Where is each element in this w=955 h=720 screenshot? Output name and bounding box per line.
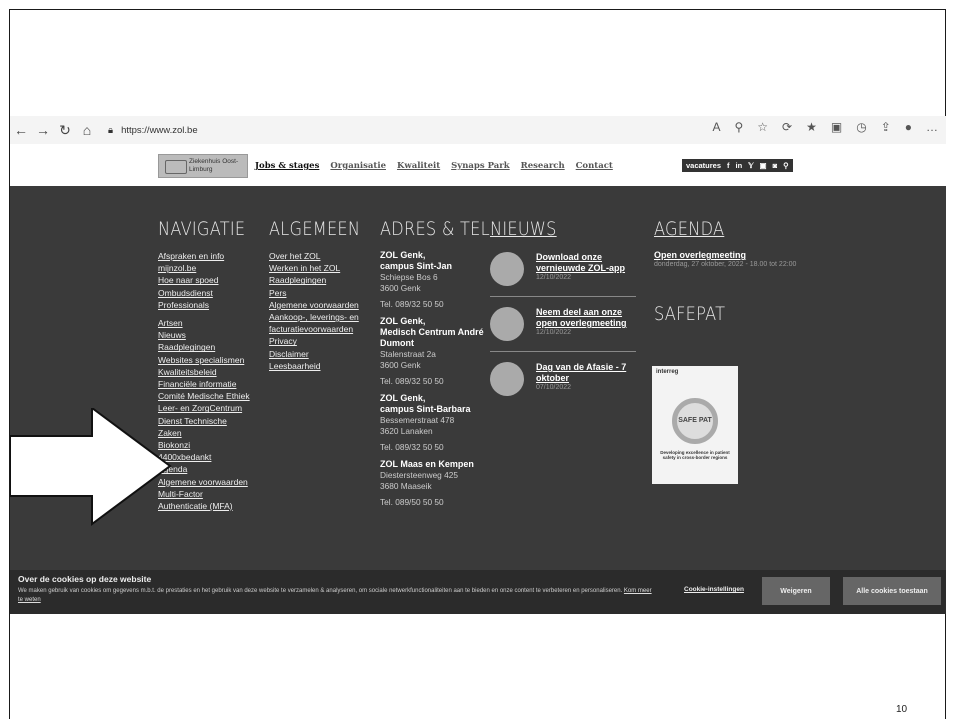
nieuws-column: NIEUWS Download onze vernieuwde ZOL-app … — [490, 218, 636, 414]
more-icon[interactable]: … — [926, 120, 938, 134]
logo[interactable]: Ziekenhuis Oost-Limburg — [158, 154, 248, 178]
history-icon[interactable]: ◷ — [856, 120, 866, 134]
footer-link[interactable]: Aankoop-, leverings- en — [269, 311, 376, 323]
social-bar: vacatures f in 𝕐 ▣ ◙ ⚲ — [682, 159, 793, 172]
news-item[interactable]: Neem deel aan onze open overlegmeeting 1… — [490, 305, 636, 352]
nieuws-title[interactable]: NIEUWS — [490, 218, 614, 240]
agenda-date: donderdag, 27 oktober, 2022 - 18.00 tot … — [654, 261, 797, 268]
footer-link[interactable]: Professionals — [158, 299, 261, 311]
facebook-icon[interactable]: f — [727, 161, 730, 170]
agenda-event[interactable]: Open overlegmeeting — [654, 250, 834, 260]
nav-organisatie[interactable]: Organisatie — [330, 161, 386, 171]
twitter-icon[interactable]: 𝕐 — [748, 161, 753, 170]
news-item[interactable]: Download onze vernieuwde ZOL-app 12/10/2… — [490, 250, 636, 297]
vacatures-link[interactable]: vacatures — [686, 161, 721, 170]
cookie-text: We maken gebruik van cookies om gegevens… — [18, 588, 652, 603]
footer-link[interactable]: Algemene voorwaarden — [269, 299, 376, 311]
footer-link[interactable]: Afspraken en info — [158, 250, 261, 262]
agenda-column: AGENDA Open overlegmeeting donderdag, 27… — [654, 218, 834, 335]
top-navigation: Jobs & stages Organisatie Kwaliteit Syna… — [255, 161, 613, 171]
algemeen-column: ALGEMEEN Over het ZOL Werken in het ZOL … — [269, 218, 376, 372]
address-bar[interactable]: 🔒︎ https://www.zol.be — [108, 125, 198, 136]
footer-link[interactable]: Financiële informatie — [158, 378, 261, 390]
footer-link[interactable]: Raadplegingen — [269, 274, 376, 286]
browser-tools: A ⚲ ☆ ⟳ ★ ▣ ◷ ⇪ ● … — [712, 120, 938, 134]
refresh-icon[interactable]: ↻ — [54, 122, 76, 139]
nav-jobs[interactable]: Jobs & stages — [255, 161, 319, 171]
reject-button[interactable]: Weigeren — [762, 577, 830, 605]
footer-link[interactable]: Artsen — [158, 317, 261, 329]
extensions-icon[interactable]: ⟳ — [782, 120, 792, 134]
address-block: ZOL Maas en Kempen Diestersteenweg 425 3… — [380, 459, 474, 507]
agenda-title[interactable]: AGENDA — [654, 218, 807, 240]
footer-link[interactable]: Raadplegingen — [158, 341, 261, 353]
forward-icon[interactable]: → — [32, 122, 54, 138]
nav-contact[interactable]: Contact — [576, 161, 613, 171]
read-aloud-icon[interactable]: A — [712, 120, 720, 134]
nav-research[interactable]: Research — [521, 161, 565, 171]
collections-icon[interactable]: ▣ — [831, 120, 842, 134]
accept-all-button[interactable]: Alle cookies toestaan — [843, 577, 941, 605]
cookie-settings-link[interactable]: Cookie-instellingen — [684, 586, 744, 593]
footer-link[interactable]: Kwaliteitsbeleid — [158, 366, 261, 378]
logo-mark-icon — [165, 160, 187, 174]
youtube-icon[interactable]: ▣ — [760, 161, 767, 170]
zoom-icon[interactable]: ⚲ — [734, 120, 743, 134]
url-text: https://www.zol.be — [121, 124, 198, 136]
footer-link[interactable]: Comité Medische Ethiek — [158, 390, 261, 402]
adres-title: ADRES & TEL. — [380, 218, 496, 240]
news-thumbnail — [490, 252, 524, 286]
favorite-icon[interactable]: ☆ — [757, 120, 768, 134]
safepat-logo: SAFE PAT — [672, 398, 718, 444]
footer-link[interactable]: Websites specialismen — [158, 354, 261, 366]
safepat-poster[interactable]: interreg SAFE PAT Developing excellence … — [652, 366, 738, 484]
footer-link[interactable]: mijnzol.be — [158, 262, 261, 274]
search-icon[interactable]: ⚲ — [783, 161, 789, 170]
lock-icon: 🔒︎ — [108, 124, 114, 136]
nav-synaps-park[interactable]: Synaps Park — [451, 161, 510, 171]
footer-link[interactable]: Ombudsdienst — [158, 287, 261, 299]
share-icon[interactable]: ⇪ — [881, 120, 891, 134]
footer-link[interactable]: Hoe naar spoed — [158, 274, 261, 286]
page-number: 10 — [896, 704, 908, 715]
instagram-icon[interactable]: ◙ — [773, 161, 778, 170]
navigatie-title: NAVIGATIE — [158, 218, 246, 240]
footer-link[interactable]: Over het ZOL — [269, 250, 376, 262]
back-icon[interactable]: ← — [10, 122, 32, 138]
footer-link[interactable]: Leesbaarheid — [269, 360, 376, 372]
footer-link[interactable]: Disclaimer — [269, 348, 376, 360]
browser-toolbar: ← → ↻ ⌂ 🔒︎ https://www.zol.be A ⚲ ☆ ⟳ ★ … — [10, 116, 946, 144]
safepat-title: SAFEPAT — [654, 303, 726, 325]
footer-link[interactable]: Werken in het ZOL — [269, 262, 376, 274]
nav-kwaliteit[interactable]: Kwaliteit — [397, 161, 440, 171]
footer-link[interactable]: facturatievoorwaarden — [269, 323, 376, 335]
algemeen-title: ALGEMEEN — [269, 218, 361, 240]
profile-icon[interactable]: ● — [905, 120, 912, 134]
footer-link[interactable]: Pers — [269, 287, 376, 299]
cookie-title: Over de cookies op deze website — [18, 574, 152, 584]
home-icon[interactable]: ⌂ — [76, 122, 98, 138]
cookie-banner: Over de cookies op deze website We maken… — [10, 570, 946, 614]
site-header: Ziekenhuis Oost-Limburg Jobs & stages Or… — [10, 144, 946, 187]
footer-link[interactable]: Nieuws — [158, 329, 261, 341]
news-thumbnail — [490, 307, 524, 341]
news-thumbnail — [490, 362, 524, 396]
favorites-icon[interactable]: ★ — [806, 120, 817, 134]
news-item[interactable]: Dag van de Afasie - 7 oktober 07/10/2022 — [490, 360, 636, 406]
pointer-arrow-icon — [10, 408, 172, 526]
linkedin-icon[interactable]: in — [736, 161, 743, 170]
footer-link[interactable]: Privacy — [269, 335, 376, 347]
